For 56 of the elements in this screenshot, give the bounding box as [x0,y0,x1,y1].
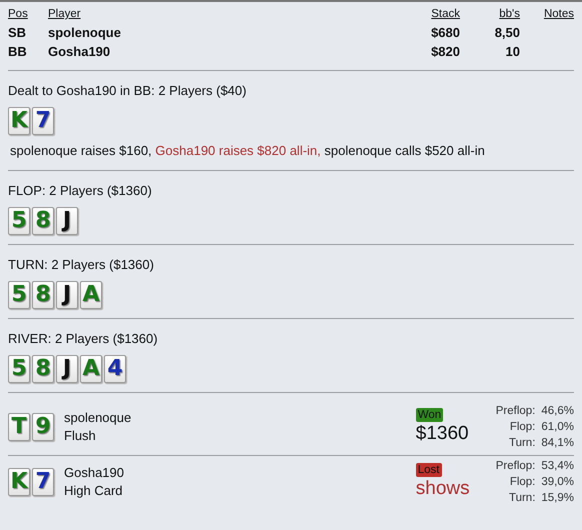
action-text: spolenoque raises $160, Gosha190 raises $820 all-in, spolenoque calls $520 all-in [9,142,486,160]
equity-value: 84,1% [541,436,574,451]
equity-label: Preflop: [496,458,536,474]
equity-label: Flop: [508,474,536,490]
playing-card: 7 [32,468,54,496]
table-cell: SB [8,25,26,40]
player-name: Gosha190 [64,464,125,482]
playing-card: 4 [104,354,126,383]
equity-label: Preflop: [496,404,536,419]
column-header: Player [48,8,81,20]
player-name: spolenoque [64,408,132,427]
playing-card: A [80,354,102,383]
equity-label: Turn: [508,436,536,451]
playing-card: 7 [32,107,54,136]
table-cell: $820 [431,44,460,60]
result-amount: $1360 [416,422,469,446]
hand-name: High Card [64,482,124,500]
playing-card: 5 [8,280,30,309]
column-header: Pos [8,8,28,20]
playing-card: K [8,107,30,136]
column-header: Stack [431,8,460,20]
street-title: Dealt to Gosha190 in BB: 2 Players ($40) [8,82,248,100]
column-header: bb's [499,8,520,20]
street-title: TURN: 2 Players ($1360) [8,256,155,274]
playing-card: A [80,280,102,309]
result-amount: shows [416,476,470,501]
playing-card: 8 [32,354,54,383]
playing-card: T [8,412,30,441]
table-cell: $680 [431,25,460,40]
equity-value: 46,6% [541,404,574,419]
column-header: Notes [544,8,574,20]
result-badge: Lost [416,462,442,477]
playing-card: 5 [8,354,30,383]
table-cell: 8,50 [494,25,520,40]
equity-value: 39,0% [541,474,574,490]
result-badge: Won [416,408,444,422]
hand-name: Flush [64,426,97,445]
playing-card: 8 [32,280,54,309]
equity-label: Turn: [508,490,536,506]
table-cell: 10 [506,44,520,60]
playing-card: 8 [32,206,54,235]
playing-card: K [8,468,30,496]
equity-value: 53,4% [541,458,574,474]
playing-card: J [56,280,78,309]
table-cell: spolenoque [48,25,121,40]
playing-card: 5 [8,206,30,235]
street-title: FLOP: 2 Players ($1360) [8,182,153,200]
table-cell: Gosha190 [48,44,110,60]
playing-card: J [56,354,78,383]
street-title: RIVER: 2 Players ($1360) [8,330,159,348]
equity-value: 15,9% [541,490,574,506]
playing-card: 9 [32,412,54,441]
equity-value: 61,0% [541,420,574,435]
playing-card: J [56,206,78,235]
table-cell: BB [8,44,27,60]
equity-label: Flop: [508,420,536,435]
